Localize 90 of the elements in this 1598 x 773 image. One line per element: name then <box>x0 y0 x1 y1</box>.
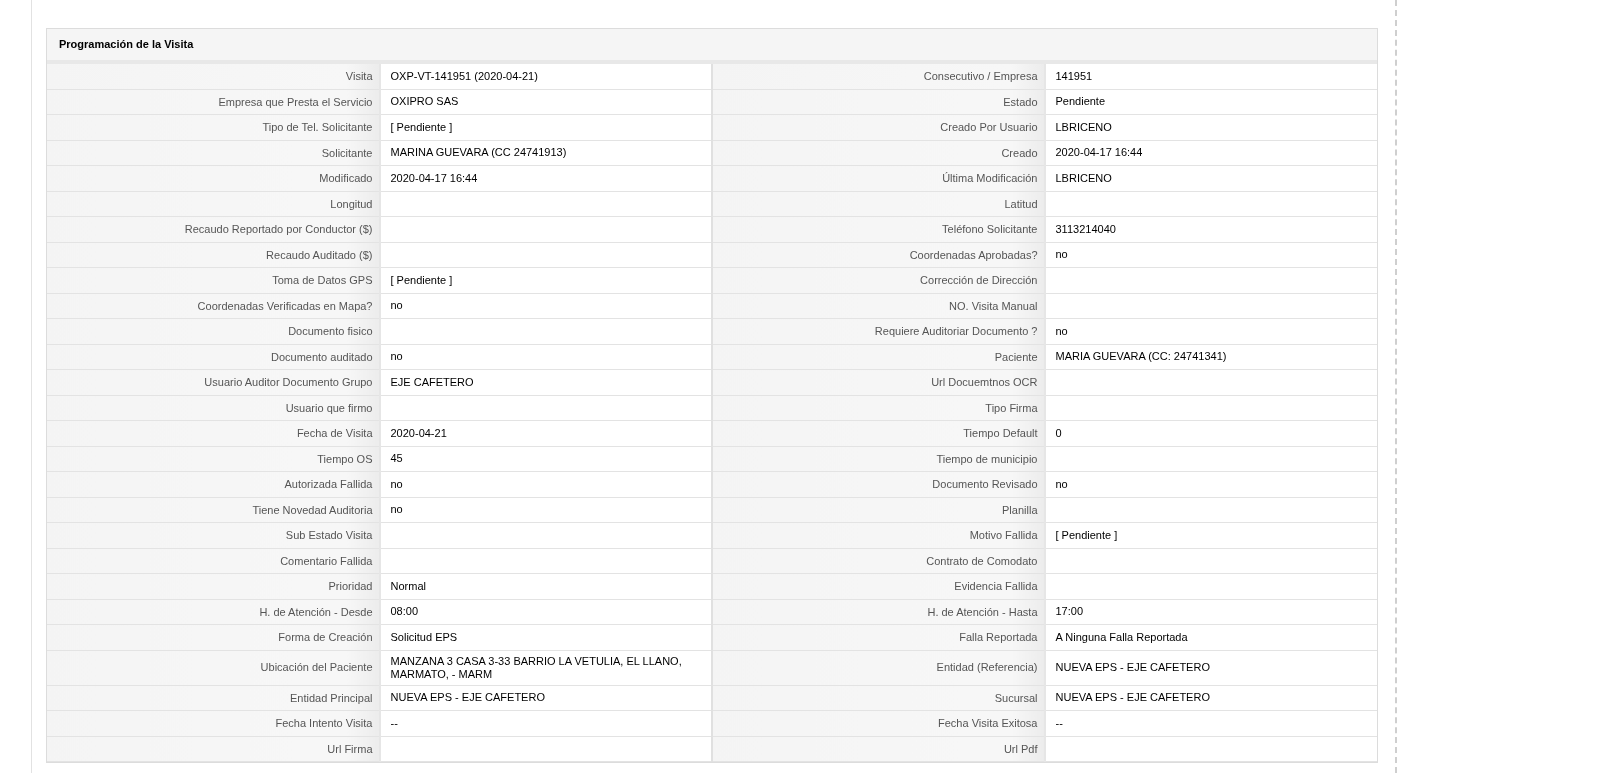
field-value: MARINA GUEVARA (CC 24741913) <box>379 140 712 166</box>
field-value: -- <box>1044 710 1377 736</box>
field-value: no <box>379 497 712 523</box>
field-value: LBRICENO <box>1044 114 1377 140</box>
field-value: no <box>1044 318 1377 344</box>
field-label: H. de Atención - Hasta <box>712 599 1045 625</box>
field-value: no <box>379 344 712 370</box>
field-label: Sub Estado Visita <box>47 522 380 548</box>
field-label: Entidad (Referencia) <box>712 650 1045 685</box>
field-label: Url Docuemtnos OCR <box>712 369 1045 395</box>
field-label: Sucursal <box>712 685 1045 711</box>
field-label: Modificado <box>47 165 380 191</box>
field-value: NUEVA EPS - EJE CAFETERO <box>1044 685 1377 711</box>
field-value: 141951 <box>1044 64 1377 89</box>
field-value: MARIA GUEVARA (CC: 24741341) <box>1044 344 1377 370</box>
field-value: 2020-04-17 16:44 <box>1044 140 1377 166</box>
field-label: NO. Visita Manual <box>712 293 1045 319</box>
field-label: Falla Reportada <box>712 624 1045 650</box>
field-label: Planilla <box>712 497 1045 523</box>
field-label: Tiempo Default <box>712 420 1045 446</box>
field-label: H. de Atención - Desde <box>47 599 380 625</box>
field-label: Tiempo de municipio <box>712 446 1045 472</box>
field-label: Url Firma <box>47 736 380 762</box>
field-label: Consecutivo / Empresa <box>712 64 1045 89</box>
field-label: Estado <box>712 89 1045 115</box>
field-value: Solicitud EPS <box>379 624 712 650</box>
field-value: no <box>1044 242 1377 268</box>
field-value: OXIPRO SAS <box>379 89 712 115</box>
field-label: Corrección de Dirección <box>712 267 1045 293</box>
field-label: Coordenadas Aprobadas? <box>712 242 1045 268</box>
field-value: -- <box>379 710 712 736</box>
field-label: Documento fisico <box>47 318 380 344</box>
field-label: Fecha de Visita <box>47 420 380 446</box>
field-label: Teléfono Solicitante <box>712 216 1045 242</box>
field-label: Ubicación del Paciente <box>47 650 380 685</box>
field-value: [ Pendiente ] <box>1044 522 1377 548</box>
field-label: Longitud <box>47 191 380 217</box>
field-label: Tipo Firma <box>712 395 1045 421</box>
field-value: 2020-04-17 16:44 <box>379 165 712 191</box>
field-value: 45 <box>379 446 712 472</box>
field-label: Tipo de Tel. Solicitante <box>47 114 380 140</box>
field-value: LBRICENO <box>1044 165 1377 191</box>
field-label: Creado <box>712 140 1045 166</box>
field-label: Evidencia Fallida <box>712 573 1045 599</box>
field-label: Requiere Auditoriar Documento ? <box>712 318 1045 344</box>
field-value: no <box>1044 471 1377 497</box>
field-label: Tiene Novedad Auditoria <box>47 497 380 523</box>
field-label: Última Modificación <box>712 165 1045 191</box>
field-value: A Ninguna Falla Reportada <box>1044 624 1377 650</box>
field-value: 0 <box>1044 420 1377 446</box>
field-label: Forma de Creación <box>47 624 380 650</box>
field-label: Autorizada Fallida <box>47 471 380 497</box>
field-label: Empresa que Presta el Servicio <box>47 89 380 115</box>
field-value: MANZANA 3 CASA 3-33 BARRIO LA VETULIA, EL LLANO, MARMATO, - MARM <box>379 650 712 685</box>
field-label: Latitud <box>712 191 1045 217</box>
field-label: Recaudo Reportado por Conductor ($) <box>47 216 380 242</box>
field-value: Pendiente <box>1044 89 1377 115</box>
field-value: OXP-VT-141951 (2020-04-21) <box>379 64 712 89</box>
field-label: Usuario que firmo <box>47 395 380 421</box>
field-value: [ Pendiente ] <box>379 114 712 140</box>
field-value: Normal <box>379 573 712 599</box>
field-value: NUEVA EPS - EJE CAFETERO <box>1044 650 1377 685</box>
field-value: 08:00 <box>379 599 712 625</box>
field-value: 2020-04-21 <box>379 420 712 446</box>
field-value: EJE CAFETERO <box>379 369 712 395</box>
field-label: Contrato de Comodato <box>712 548 1045 574</box>
field-label: Entidad Principal <box>47 685 380 711</box>
field-label: Comentario Fallida <box>47 548 380 574</box>
field-label: Fecha Intento Visita <box>47 710 380 736</box>
field-label: Coordenadas Verificadas en Mapa? <box>47 293 380 319</box>
field-label: Motivo Fallida <box>712 522 1045 548</box>
field-label: Tiempo OS <box>47 446 380 472</box>
field-label: Prioridad <box>47 573 380 599</box>
field-label: Url Pdf <box>712 736 1045 762</box>
field-value: [ Pendiente ] <box>379 267 712 293</box>
field-label: Recaudo Auditado ($) <box>47 242 380 268</box>
field-label: Usuario Auditor Documento Grupo <box>47 369 380 395</box>
field-label: Visita <box>47 64 380 89</box>
field-label: Paciente <box>712 344 1045 370</box>
field-label: Fecha Visita Exitosa <box>712 710 1045 736</box>
field-value: no <box>379 471 712 497</box>
field-label: Creado Por Usuario <box>712 114 1045 140</box>
field-value: 3113214040 <box>1044 216 1377 242</box>
field-label: Documento Revisado <box>712 471 1045 497</box>
field-value: 17:00 <box>1044 599 1377 625</box>
field-label: Toma de Datos GPS <box>47 267 380 293</box>
field-value: NUEVA EPS - EJE CAFETERO <box>379 685 712 711</box>
field-label: Documento auditado <box>47 344 380 370</box>
field-value: no <box>379 293 712 319</box>
field-label: Solicitante <box>47 140 380 166</box>
